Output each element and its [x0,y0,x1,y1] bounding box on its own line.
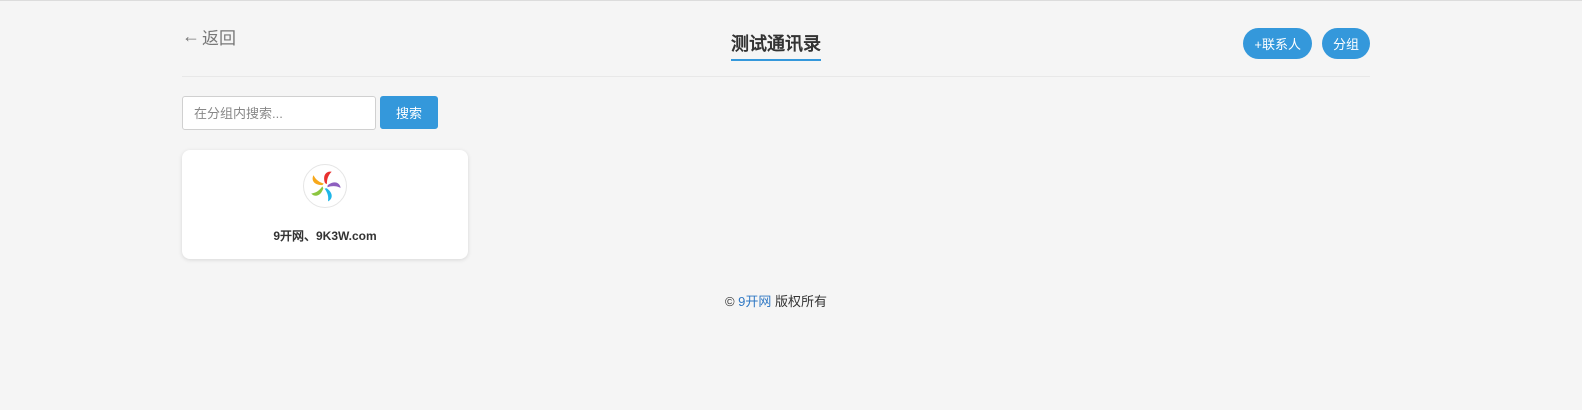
search-row: 搜索 [182,96,438,130]
group-button[interactable]: 分组 [1321,28,1370,59]
search-input[interactable] [182,96,376,130]
footer: © 9开网 版权所有 [182,291,1370,310]
add-contact-button[interactable]: +联系人 [1243,28,1312,59]
header: ← 返回 测试通讯录 +联系人 分组 [182,1,1370,77]
rights-text: 版权所有 [775,294,828,309]
contact-card[interactable]: 9开网、9K3W.com [182,150,468,259]
avatar [303,164,347,208]
copyright-symbol: © [724,294,735,309]
contact-name: 9开网、9K3W.com [273,229,377,243]
back-link[interactable]: ← 返回 [182,24,236,49]
site-link[interactable]: 9开网 [738,294,771,309]
back-label: 返回 [202,29,236,48]
pinwheel-logo-icon [311,171,341,202]
header-actions: +联系人 分组 [1243,28,1370,59]
arrow-left-icon: ← [182,26,200,46]
page-title: 测试通讯录 [731,30,821,61]
page-container: ← 返回 测试通讯录 +联系人 分组 搜索 9开网、9K3W.com [182,1,1370,309]
search-button[interactable]: 搜索 [380,96,438,129]
